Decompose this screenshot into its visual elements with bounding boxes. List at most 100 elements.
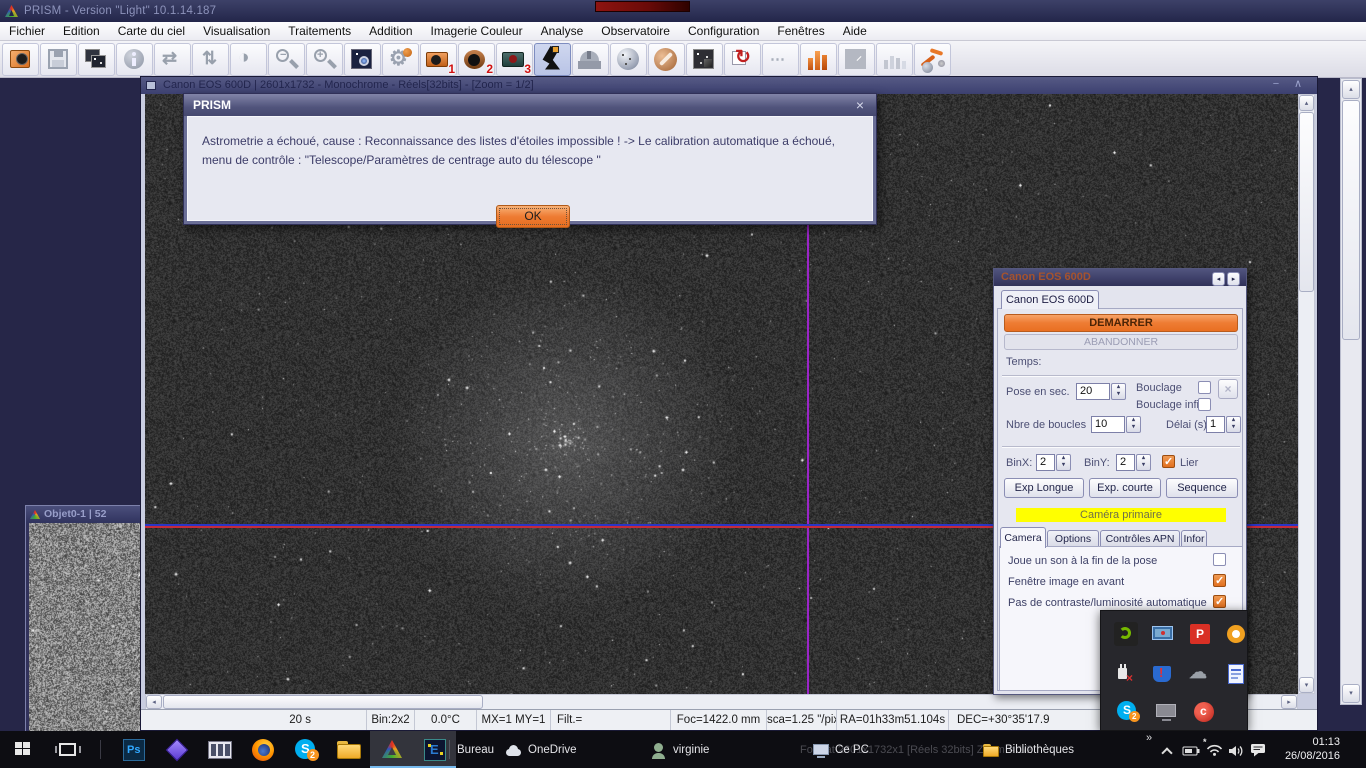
menu-addition[interactable]: Addition: [360, 22, 421, 40]
tabs-scroll-left-icon[interactable]: ◂: [1212, 272, 1225, 286]
workspace-scrollbar[interactable]: ▴ ▾: [1340, 78, 1362, 705]
image-vertical-scrollbar[interactable]: ▴ ▾: [1298, 94, 1315, 694]
nbre-boucles-spinner[interactable]: ▴▾: [1126, 416, 1141, 433]
menu-aide[interactable]: Aide: [834, 22, 876, 40]
pas-de-contraste-luminosite-automatique-checkbox[interactable]: [1213, 595, 1226, 608]
vertical-scroll-thumb[interactable]: [1299, 112, 1314, 292]
menu-configuration[interactable]: Configuration: [679, 22, 768, 40]
planet-sphere-button[interactable]: [610, 43, 647, 76]
biny-spinner[interactable]: ▴▾: [1136, 454, 1151, 471]
telescope-button[interactable]: [534, 43, 571, 76]
blue-document-tray-icon[interactable]: [1223, 661, 1251, 689]
workspace-scroll-down-icon[interactable]: ▾: [1342, 684, 1360, 703]
monitor-tray-icon[interactable]: [1153, 699, 1181, 727]
speaker-icon[interactable]: [1228, 744, 1245, 762]
binx-input[interactable]: 2: [1036, 454, 1055, 471]
objet-window[interactable]: Objet0-1 | 52: [25, 505, 147, 768]
nbre-boucles-input[interactable]: 10: [1091, 416, 1125, 433]
taskbar-toolbar-onedrive[interactable]: OneDrive: [505, 731, 577, 768]
gear-button[interactable]: ⚙: [382, 43, 419, 76]
flip-vertical-button[interactable]: ⇅: [192, 43, 229, 76]
workspace-scroll-thumb[interactable]: [1342, 100, 1360, 340]
dialog-close-icon[interactable]: ×: [852, 97, 868, 113]
joue-un-son-a-la-fin-de-la-pose-checkbox[interactable]: [1213, 553, 1226, 566]
prism-p-tray-icon[interactable]: P: [1187, 621, 1215, 649]
diagram-taskbar-button[interactable]: E: [413, 731, 456, 768]
taskbar-toolbar-bibliotheques[interactable]: Bibliothèques: [982, 731, 1074, 768]
start-button[interactable]: [0, 731, 46, 768]
task-view-button[interactable]: [46, 731, 90, 768]
tools-wrench-button[interactable]: [648, 43, 685, 76]
cancel-exposure-button[interactable]: ×: [1218, 379, 1238, 399]
taskbar-toolbar-bureau[interactable]: Bureau: [457, 731, 494, 768]
camera-3-button[interactable]: 3: [496, 43, 533, 76]
bouclage-infini-checkbox[interactable]: [1198, 398, 1211, 411]
exp-longue-button[interactable]: Exp Longue: [1004, 478, 1084, 498]
firefox-taskbar-button[interactable]: [241, 731, 284, 768]
scroll-down-icon[interactable]: ▾: [1299, 677, 1314, 693]
video-editor-taskbar-button[interactable]: [198, 731, 241, 768]
delai-input[interactable]: 1: [1206, 416, 1225, 433]
delai-spinner[interactable]: ▴▾: [1226, 416, 1241, 433]
blank-frame-button[interactable]: [838, 43, 875, 76]
menu-analyse[interactable]: Analyse: [532, 22, 593, 40]
objet-window-titlebar[interactable]: Objet0-1 | 52: [26, 506, 146, 523]
restore-button[interactable]: ∧: [1289, 78, 1307, 92]
skype-taskbar-button[interactable]: S2: [284, 731, 327, 768]
scroll-left-icon[interactable]: ◂: [146, 695, 162, 709]
fenetre-image-en-avant-checkbox[interactable]: [1213, 574, 1226, 587]
toolbar-overflow-icon[interactable]: »: [1146, 732, 1152, 744]
pose-spinner[interactable]: ▴▾: [1111, 383, 1126, 400]
image-window-titlebar[interactable]: Canon EOS 600D | 2601x1732 - Monochrome …: [141, 77, 1317, 94]
rotate-button[interactable]: ↻: [724, 43, 761, 76]
objet-image[interactable]: [29, 523, 145, 766]
pose-input[interactable]: 20: [1076, 383, 1110, 400]
workspace-scroll-up-icon[interactable]: ▴: [1342, 80, 1360, 99]
taskbar-clock[interactable]: 01:13 26/08/2016: [1272, 735, 1340, 763]
zoom-out-button[interactable]: −: [268, 43, 305, 76]
observatory-dome-button[interactable]: [572, 43, 609, 76]
dialog-titlebar[interactable]: [184, 94, 876, 116]
camera-2-button[interactable]: 2: [458, 43, 495, 76]
ok-button[interactable]: OK: [496, 205, 570, 228]
histogram-gray-button[interactable]: [876, 43, 913, 76]
nvidia-tray-icon[interactable]: [1113, 621, 1141, 649]
wifi-icon[interactable]: *: [1206, 743, 1223, 761]
camera-tab-camera[interactable]: Camera: [1000, 527, 1046, 548]
explorer-taskbar-button[interactable]: [327, 731, 370, 768]
menu-observatoire[interactable]: Observatoire: [592, 22, 679, 40]
orange-ring-tray-icon[interactable]: [1223, 621, 1251, 649]
menu-carte-du-ciel[interactable]: Carte du ciel: [109, 22, 194, 40]
automation-arm-button[interactable]: [914, 43, 951, 76]
bouclage-checkbox[interactable]: [1198, 381, 1211, 394]
pan-arrows-button[interactable]: ⇄: [154, 43, 191, 76]
cleaner-tray-icon[interactable]: c: [1191, 699, 1219, 727]
exp-courte-button[interactable]: Exp. courte: [1089, 478, 1161, 498]
camera-main-tab[interactable]: Canon EOS 600D: [1001, 290, 1099, 309]
battery-icon[interactable]: [1182, 744, 1201, 762]
menu-fichier[interactable]: Fichier: [0, 22, 54, 40]
menu-fenetres[interactable]: Fenêtres: [768, 22, 833, 40]
horizontal-scroll-thumb[interactable]: [163, 695, 483, 709]
zoom-in-button[interactable]: +: [306, 43, 343, 76]
photoshop-taskbar-button[interactable]: Ps: [112, 731, 155, 768]
usb-eject-tray-icon[interactable]: ×: [1113, 661, 1141, 689]
binx-spinner[interactable]: ▴▾: [1056, 454, 1071, 471]
display-tray-icon[interactable]: [1150, 621, 1178, 649]
taskbar-toolbar-virginie[interactable]: virginie: [650, 731, 709, 768]
sequence-button[interactable]: Sequence: [1166, 478, 1238, 498]
lier-checkbox[interactable]: [1162, 455, 1175, 468]
camera-panel-titlebar[interactable]: Canon EOS 600D: [994, 269, 1246, 286]
menu-traitements[interactable]: Traitements: [279, 22, 360, 40]
image-dark-button[interactable]: [686, 43, 723, 76]
notifications-icon[interactable]: [1250, 743, 1267, 762]
open-image-button[interactable]: [2, 43, 39, 76]
minimize-button[interactable]: −: [1267, 78, 1285, 92]
histogram-orange-button[interactable]: [800, 43, 837, 76]
scroll-up-icon[interactable]: ▴: [1299, 95, 1314, 111]
save-button[interactable]: [40, 43, 77, 76]
info-globe-button[interactable]: [116, 43, 153, 76]
skype-tray-icon[interactable]: S2: [1115, 699, 1143, 727]
copy-image-button[interactable]: [78, 43, 115, 76]
menu-edition[interactable]: Edition: [54, 22, 109, 40]
